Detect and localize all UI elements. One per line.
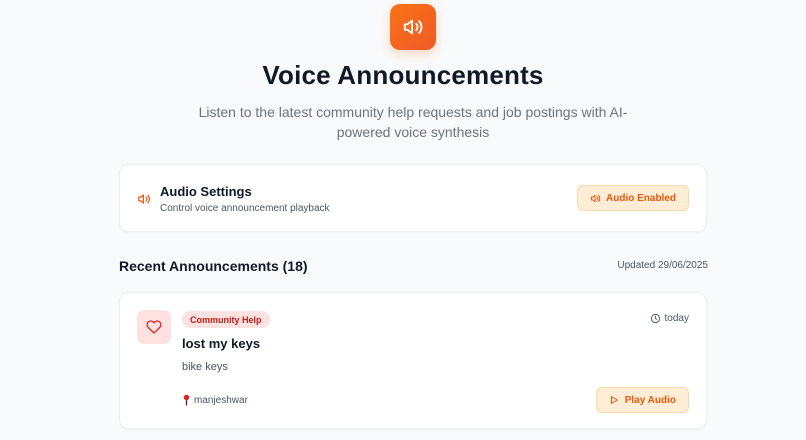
announcement-location: manjeshwar bbox=[182, 394, 248, 406]
audio-enabled-button[interactable]: Audio Enabled bbox=[577, 185, 689, 211]
announcement-description: bike keys bbox=[182, 361, 228, 373]
recent-announcements-heading: Recent Announcements (18) bbox=[119, 258, 308, 274]
play-audio-button[interactable]: Play Audio bbox=[595, 387, 689, 413]
page-subtitle: Listen to the latest community help requ… bbox=[198, 104, 628, 140]
speaker-icon bbox=[590, 194, 601, 202]
speaker-icon bbox=[137, 192, 151, 206]
hero-speaker-icon bbox=[390, 4, 436, 50]
map-pin-icon bbox=[183, 394, 190, 406]
clock-icon bbox=[650, 313, 660, 324]
audio-settings-description: Control voice announcement playback bbox=[160, 203, 330, 214]
updated-date: Updated 29/06/2025 bbox=[617, 260, 708, 271]
play-icon bbox=[610, 396, 618, 404]
heart-icon bbox=[137, 310, 171, 344]
location-label: manjeshwar bbox=[194, 394, 248, 406]
announcement-card: Community Help today lost my keys bike k… bbox=[119, 292, 707, 429]
audio-settings-title: Audio Settings bbox=[160, 184, 252, 199]
category-badge: Community Help bbox=[182, 311, 270, 328]
announcement-time: today bbox=[650, 313, 689, 324]
play-audio-label: Play Audio bbox=[624, 394, 676, 406]
audio-settings-card: Audio Settings Control voice announcemen… bbox=[119, 164, 707, 232]
audio-enabled-label: Audio Enabled bbox=[606, 192, 676, 204]
page-title: Voice Announcements bbox=[262, 60, 544, 90]
time-label: today bbox=[664, 313, 689, 324]
announcement-title: lost my keys bbox=[182, 336, 261, 351]
